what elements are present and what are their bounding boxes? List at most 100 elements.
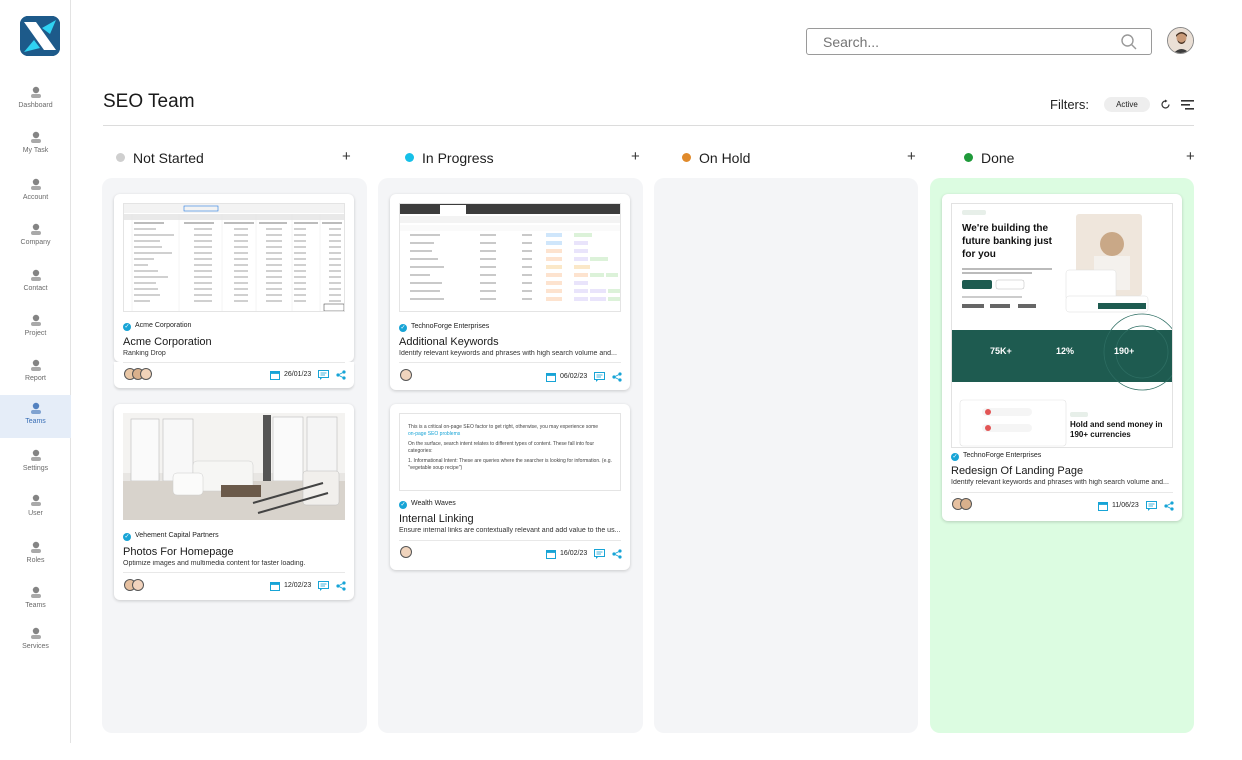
living-room-photo xyxy=(123,413,345,520)
sidebar-item-label: User xyxy=(28,510,43,517)
card-divider xyxy=(399,540,621,541)
user-icon xyxy=(30,494,41,506)
sidebar-item-dashboard[interactable]: Dashboard xyxy=(0,85,71,109)
column-header-on-hold: On Hold + xyxy=(682,148,917,166)
task-card[interactable]: ✓ Acme Corporation Acme Corporation Ranki… xyxy=(114,194,354,362)
sidebar-item-report[interactable]: Report xyxy=(0,358,71,382)
column-header-not-started: Not Started + xyxy=(116,148,351,166)
status-dot xyxy=(405,153,414,162)
sidebar-item-my-task[interactable]: My Task xyxy=(0,130,71,154)
sidebar-item-label: Account xyxy=(22,194,49,201)
verified-icon: ✓ xyxy=(399,501,407,509)
sidebar-item-settings[interactable]: Settings xyxy=(0,448,71,472)
comment-icon[interactable] xyxy=(318,581,329,591)
card-description: Optimize images and multimedia content f… xyxy=(123,560,306,567)
card-title[interactable]: Additional Keywords xyxy=(399,336,499,348)
sidebar-item-user[interactable]: User xyxy=(0,493,71,517)
card-due-date: 06/02/23 xyxy=(560,373,588,380)
sidebar-item-label: My Task xyxy=(22,147,49,154)
sidebar-item-teams[interactable]: Teams xyxy=(0,395,71,438)
refresh-icon[interactable] xyxy=(1160,99,1171,110)
sidebar-item-account[interactable]: Account xyxy=(0,177,71,201)
sidebar-item-contact[interactable]: Contact xyxy=(0,268,71,292)
services-icon xyxy=(30,627,41,639)
share-icon[interactable] xyxy=(612,549,622,559)
article-text: 1. Informational Intent: These are queri… xyxy=(408,458,612,471)
status-dot xyxy=(116,153,125,162)
share-icon[interactable] xyxy=(612,372,622,382)
card-description: Ranking Drop xyxy=(123,350,166,357)
card-organization: ✓ Vehement Capital Partners xyxy=(123,532,219,541)
card-organization: ✓ TechnoForge Enterprises xyxy=(399,323,490,332)
comment-icon[interactable] xyxy=(1146,501,1157,511)
sidebar-item-teams[interactable]: Teams xyxy=(0,585,71,609)
sidebar-item-label: Project xyxy=(24,330,47,337)
gear-icon xyxy=(30,449,41,461)
filter-lines-icon[interactable] xyxy=(1181,100,1194,110)
add-card-button[interactable]: + xyxy=(342,148,351,165)
comment-icon[interactable] xyxy=(318,370,329,380)
task-icon xyxy=(30,131,41,143)
card-description: Identify relevant keywords and phrases w… xyxy=(951,479,1169,486)
assignee-avatar[interactable] xyxy=(132,579,144,591)
report-icon xyxy=(30,359,41,371)
add-card-button[interactable]: + xyxy=(631,148,640,165)
verified-icon: ✓ xyxy=(123,533,131,541)
active-filter-chip[interactable]: Active xyxy=(1104,97,1150,112)
card-title[interactable]: Photos For Homepage xyxy=(123,546,234,558)
column-title: On Hold xyxy=(699,150,751,166)
card-title[interactable]: Redesign Of Landing Page xyxy=(951,465,1083,477)
status-dot xyxy=(682,153,691,162)
gauge-icon xyxy=(30,86,41,98)
verified-icon: ✓ xyxy=(123,323,131,331)
contact-icon xyxy=(30,269,41,281)
app-logo[interactable] xyxy=(20,16,60,56)
card-title[interactable]: Acme Corporation xyxy=(123,336,212,348)
task-card[interactable]: We're building the future banking just f… xyxy=(942,194,1182,521)
card-divider xyxy=(951,492,1173,493)
landing-bottom-text: Hold and send money in 190+ currencies xyxy=(1070,420,1163,439)
roles-icon xyxy=(30,541,41,553)
search-icon[interactable] xyxy=(1120,33,1138,51)
user-avatar[interactable] xyxy=(1167,27,1194,54)
calendar-icon xyxy=(270,582,280,591)
task-card-footer: 26/01/23 xyxy=(114,362,354,388)
task-card[interactable]: ✓ Vehement Capital Partners Photos For Ho… xyxy=(114,404,354,600)
task-card[interactable]: ✓ TechnoForge Enterprises Additional Keyw… xyxy=(390,194,630,390)
sidebar-item-company[interactable]: Company xyxy=(0,222,71,246)
assignee-avatar[interactable] xyxy=(140,368,152,380)
comment-icon[interactable] xyxy=(594,549,605,559)
card-due-date: 11/06/23 xyxy=(1112,502,1139,509)
sidebar-item-roles[interactable]: Roles xyxy=(0,540,71,564)
card-due-date: 12/02/23 xyxy=(284,582,312,589)
search-input[interactable] xyxy=(806,28,1152,55)
status-dot xyxy=(964,153,973,162)
share-icon[interactable] xyxy=(336,581,346,591)
sidebar-item-project[interactable]: Project xyxy=(0,313,71,337)
assignee-avatar[interactable] xyxy=(400,546,412,558)
filters-label: Filters: xyxy=(1050,97,1089,112)
add-card-button[interactable]: + xyxy=(1186,148,1195,165)
verified-icon: ✓ xyxy=(399,324,407,332)
card-due-date: 16/02/23 xyxy=(560,550,588,557)
task-card[interactable]: This is a critical on-page SEO factor to… xyxy=(390,404,630,570)
add-card-button[interactable]: + xyxy=(907,148,916,165)
article-text: On the surface, search intent relates to… xyxy=(408,441,595,454)
share-icon[interactable] xyxy=(336,370,346,380)
column-on-hold xyxy=(654,178,918,733)
card-title[interactable]: Internal Linking xyxy=(399,513,474,525)
assignee-avatar[interactable] xyxy=(960,498,972,510)
calendar-icon xyxy=(546,373,556,382)
verified-icon: ✓ xyxy=(951,453,959,461)
comment-icon[interactable] xyxy=(594,372,605,382)
column-header-done: Done + xyxy=(964,148,1199,166)
share-icon[interactable] xyxy=(1164,501,1174,511)
article-link: on-page SEO problems xyxy=(408,431,461,437)
sidebar-item-services[interactable]: Services xyxy=(0,626,71,650)
card-due-date: 26/01/23 xyxy=(284,371,312,378)
page-title: SEO Team xyxy=(103,91,195,112)
card-divider xyxy=(123,362,345,363)
sidebar-item-label: Teams xyxy=(25,602,46,609)
column-in-progress: ✓ TechnoForge Enterprises Additional Keyw… xyxy=(378,178,643,733)
assignee-avatar[interactable] xyxy=(400,369,412,381)
